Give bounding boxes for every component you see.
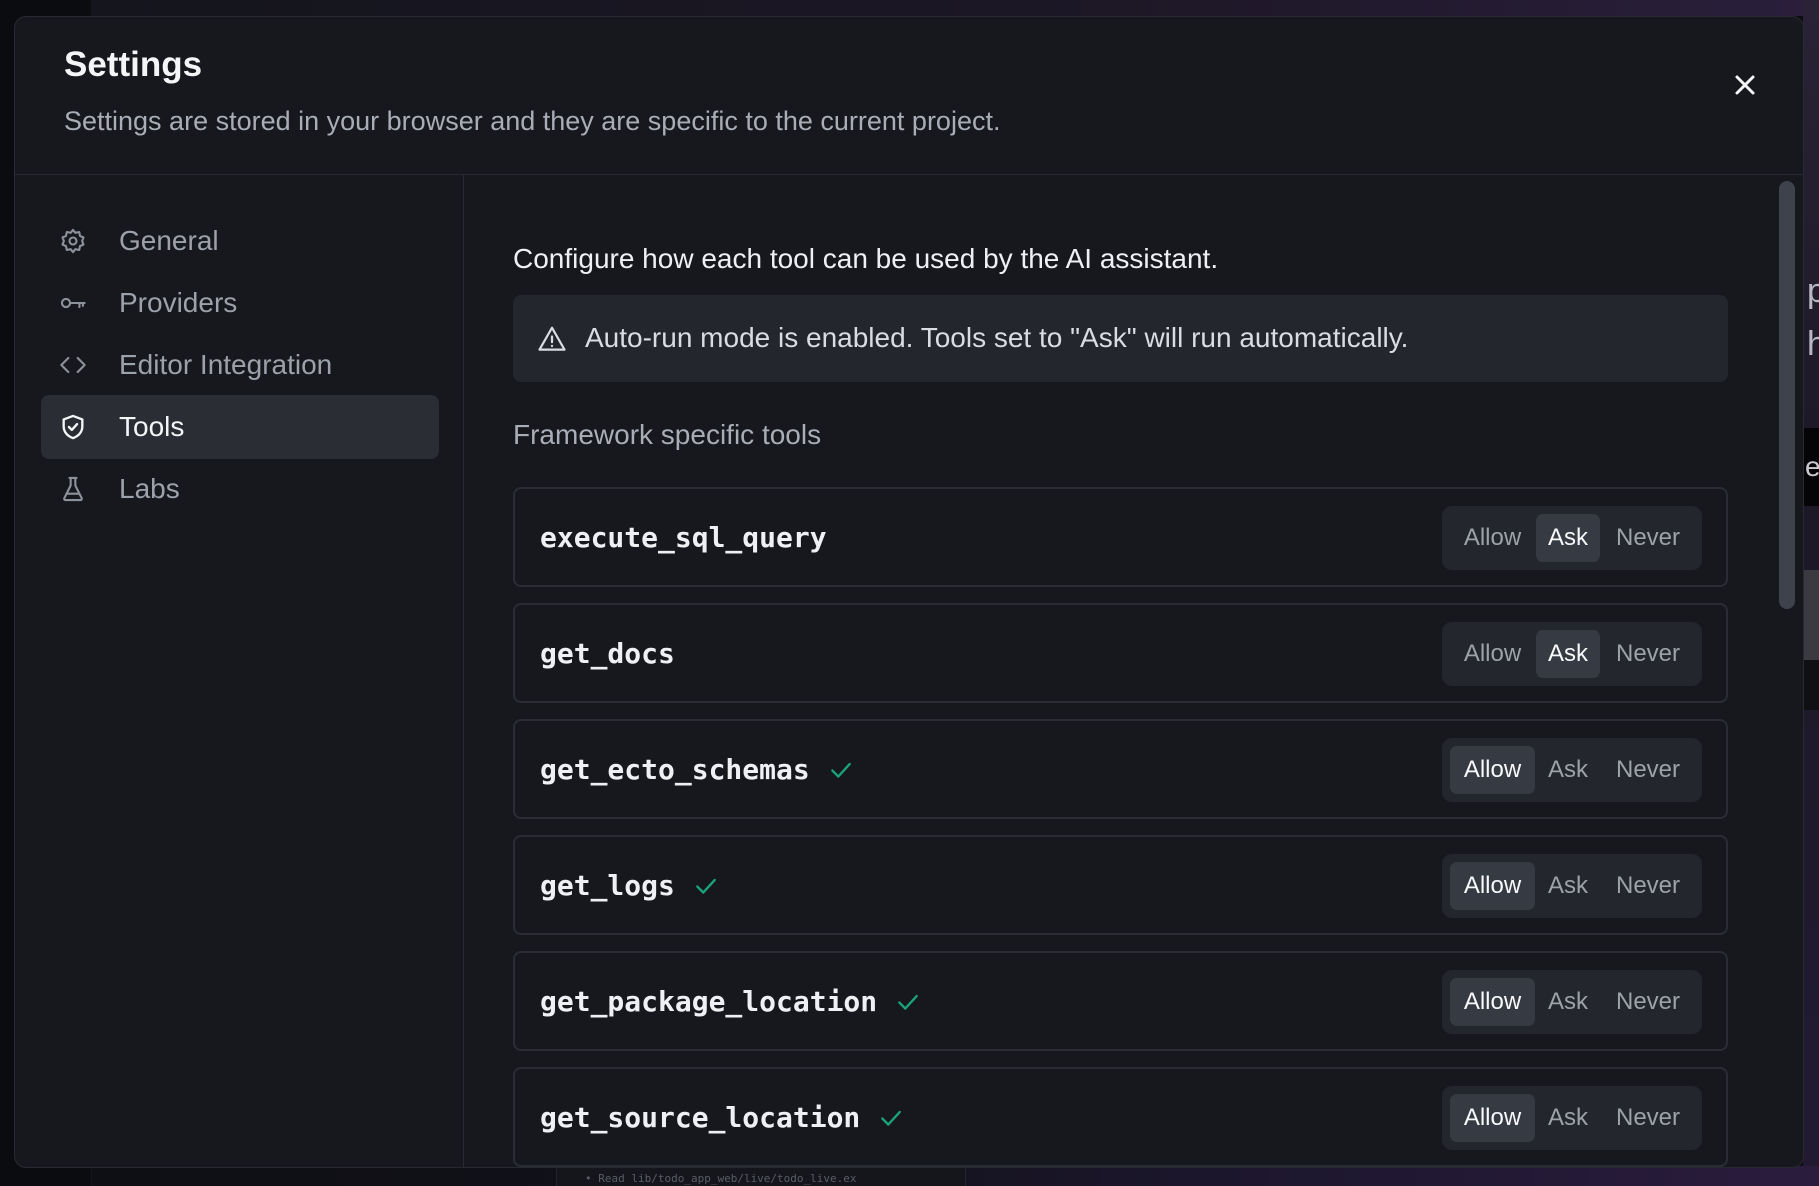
allow-option[interactable]: Allow xyxy=(1450,1094,1535,1142)
tool-name: get_package_location xyxy=(540,984,921,1020)
alert-message: Auto-run mode is enabled. Tools set to "… xyxy=(585,322,1409,353)
sidebar-item-labs[interactable]: Labs xyxy=(41,457,439,521)
sidebar-item-label: Providers xyxy=(119,287,238,318)
section-title: Framework specific tools xyxy=(513,419,822,450)
never-option[interactable]: Never xyxy=(1602,514,1694,562)
code-icon xyxy=(59,351,87,379)
never-option[interactable]: Never xyxy=(1602,746,1694,794)
key-icon xyxy=(59,289,87,317)
sidebar-item-label: General xyxy=(119,225,219,256)
panel-intro-text: Configure how each tool can be used by t… xyxy=(513,243,1219,274)
background-right-block xyxy=(1803,660,1819,710)
warning-icon xyxy=(538,326,566,351)
tool-name: get_ecto_schemas xyxy=(540,752,854,788)
gear-icon xyxy=(59,227,87,255)
allow-option[interactable]: Allow xyxy=(1450,746,1535,794)
sidebar-item-providers[interactable]: Providers xyxy=(41,271,439,335)
tool-row: get_source_location Allow Ask Never xyxy=(513,1067,1728,1167)
background-bottom-text: • Read lib/todo_app_web/live/todo_live.e… xyxy=(585,1172,857,1185)
permission-segmented-control: Allow Ask Never xyxy=(1442,506,1702,570)
sidebar-item-editor-integration[interactable]: Editor Integration xyxy=(41,333,439,397)
check-icon xyxy=(881,1110,902,1126)
background-right-block: e xyxy=(1803,428,1819,506)
dialog-title: Settings xyxy=(64,45,203,84)
close-button[interactable] xyxy=(1725,65,1765,105)
allow-option[interactable]: Allow xyxy=(1450,630,1535,678)
tool-row: get_docs Allow Ask Never xyxy=(513,603,1728,703)
allow-option[interactable]: Allow xyxy=(1450,862,1535,910)
permission-segmented-control: Allow Ask Never xyxy=(1442,854,1702,918)
permission-segmented-control: Allow Ask Never xyxy=(1442,738,1702,802)
ask-option[interactable]: Ask xyxy=(1536,514,1600,562)
ask-option[interactable]: Ask xyxy=(1536,978,1600,1026)
tool-row: get_package_location Allow Ask Never xyxy=(513,951,1728,1051)
tool-name: get_source_location xyxy=(540,1100,904,1136)
dialog-header: Settings Settings are stored in your bro… xyxy=(15,17,1803,175)
close-icon xyxy=(1735,75,1755,95)
background-top-strip xyxy=(92,0,1819,16)
check-icon xyxy=(898,994,919,1010)
tools-settings-panel: Configure how each tool can be used by t… xyxy=(464,175,1803,1167)
tool-row: execute_sql_query Allow Ask Never xyxy=(513,487,1728,587)
background-right-block xyxy=(1803,570,1819,660)
permission-segmented-control: Allow Ask Never xyxy=(1442,1086,1702,1150)
ask-option[interactable]: Ask xyxy=(1536,630,1600,678)
tool-row: get_ecto_schemas Allow Ask Never xyxy=(513,719,1728,819)
auto-run-alert: Auto-run mode is enabled. Tools set to "… xyxy=(513,295,1728,382)
sidebar-item-general[interactable]: General xyxy=(41,209,439,273)
check-icon xyxy=(830,762,851,778)
never-option[interactable]: Never xyxy=(1602,978,1694,1026)
flask-icon xyxy=(59,475,87,503)
dialog-description: Settings are stored in your browser and … xyxy=(64,106,1001,136)
sidebar-item-label: Tools xyxy=(119,411,185,442)
scrollbar-thumb[interactable] xyxy=(1779,181,1795,609)
sidebar-item-label: Labs xyxy=(119,473,180,504)
tool-name: get_docs xyxy=(540,637,675,670)
permission-segmented-control: Allow Ask Never xyxy=(1442,622,1702,686)
permission-segmented-control: Allow Ask Never xyxy=(1442,970,1702,1034)
settings-sidebar: General Providers Editor Integration Too… xyxy=(15,175,464,1167)
sidebar-item-tools[interactable]: Tools xyxy=(41,395,439,459)
background-right-text: p h xyxy=(1807,272,1819,363)
never-option[interactable]: Never xyxy=(1602,630,1694,678)
sidebar-item-label: Editor Integration xyxy=(119,349,333,380)
allow-option[interactable]: Allow xyxy=(1450,978,1535,1026)
ask-option[interactable]: Ask xyxy=(1536,862,1600,910)
tool-name: get_logs xyxy=(540,868,719,904)
ask-option[interactable]: Ask xyxy=(1536,746,1600,794)
check-icon xyxy=(696,878,716,894)
tool-row: get_logs Allow Ask Never xyxy=(513,835,1728,935)
shield-check-icon xyxy=(59,413,87,441)
tool-name: execute_sql_query xyxy=(540,521,827,554)
never-option[interactable]: Never xyxy=(1602,862,1694,910)
ask-option[interactable]: Ask xyxy=(1536,1094,1600,1142)
allow-option[interactable]: Allow xyxy=(1450,514,1535,562)
settings-dialog: Settings Settings are stored in your bro… xyxy=(14,16,1804,1168)
never-option[interactable]: Never xyxy=(1602,1094,1694,1142)
